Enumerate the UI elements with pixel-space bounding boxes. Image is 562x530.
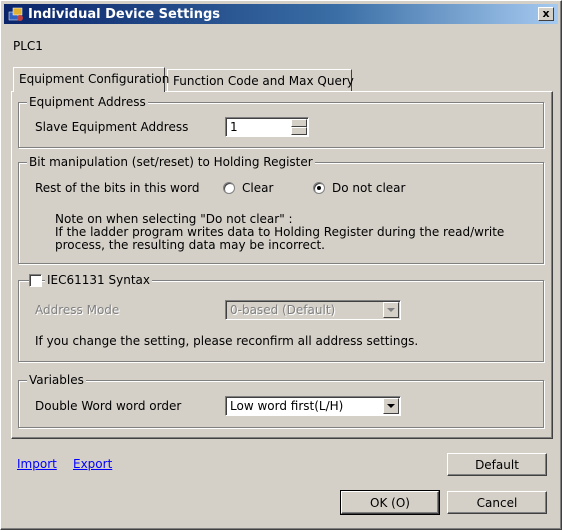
note-line-3: process, the resulting data may be incor… [55, 238, 325, 252]
radio-circle-checked [313, 182, 325, 194]
tab-label: Equipment Configuration [19, 72, 170, 86]
ok-button[interactable]: OK (O) [340, 490, 440, 515]
default-button[interactable]: Default [447, 453, 547, 476]
default-button-label: Default [475, 457, 519, 472]
cancel-button-label: Cancel [476, 495, 518, 510]
slave-address-label: Slave Equipment Address [35, 120, 189, 134]
radio-do-not-clear[interactable]: Do not clear [313, 181, 405, 195]
tab-label: Function Code and Max Query [173, 74, 354, 88]
dword-order-value: Low word first(L/H) [230, 399, 344, 413]
bit-manipulation-group: Bit manipulation (set/reset) to Holding … [18, 155, 544, 264]
export-link[interactable]: Export [73, 457, 112, 471]
tab-panel: Equipment Address Slave Equipment Addres… [11, 91, 553, 439]
rest-of-bits-label: Rest of the bits in this word [35, 181, 200, 195]
cancel-button[interactable]: Cancel [447, 491, 547, 514]
dialog-window: Individual Device Settings x PLC1 Equipm… [0, 0, 562, 530]
chevron-down-icon[interactable] [383, 398, 399, 414]
iec-syntax-group: IEC61131 Syntax Address Mode 0-based (De… [18, 273, 544, 362]
radio-clear[interactable]: Clear [223, 181, 273, 195]
spin-up-button[interactable] [291, 119, 307, 127]
title-bar[interactable]: Individual Device Settings x [4, 4, 558, 24]
window-title: Individual Device Settings [28, 6, 221, 22]
address-mode-select[interactable]: 0-based (Default) [225, 300, 401, 320]
note-line-1: Note on when selecting "Do not clear" : [55, 212, 293, 226]
iec-syntax-label: IEC61131 Syntax [45, 273, 152, 287]
dword-order-label: Double Word word order [35, 399, 182, 413]
tab-equipment-configuration[interactable]: Equipment Configuration [13, 67, 169, 92]
radio-clear-label: Clear [242, 181, 274, 195]
group-label: Bit manipulation (set/reset) to Holding … [27, 155, 315, 169]
address-mode-label: Address Mode [35, 303, 120, 317]
address-settings-info: If you change the setting, please reconf… [35, 334, 419, 348]
slave-address-spinner[interactable]: 1 [225, 117, 309, 137]
group-label: Variables [27, 373, 86, 387]
chevron-down-icon[interactable] [383, 302, 399, 318]
equipment-address-group: Equipment Address Slave Equipment Addres… [18, 95, 544, 148]
group-label: Equipment Address [27, 95, 148, 109]
device-name: PLC1 [13, 39, 43, 53]
ok-button-label: OK (O) [370, 495, 410, 510]
slave-address-value: 1 [230, 120, 238, 134]
radio-circle [223, 182, 235, 194]
close-button[interactable]: x [538, 7, 554, 21]
close-icon: x [542, 7, 550, 20]
spinner-buttons [291, 119, 307, 135]
dword-order-select[interactable]: Low word first(L/H) [225, 396, 401, 416]
app-icon [8, 6, 24, 22]
variables-group: Variables Double Word word order Low wor… [18, 373, 544, 428]
import-link[interactable]: Import [17, 457, 57, 471]
spin-down-button[interactable] [291, 127, 307, 135]
address-mode-value: 0-based (Default) [230, 303, 336, 317]
iec-syntax-checkbox[interactable] [29, 274, 42, 287]
note-line-2: If the ladder program writes data to Hol… [55, 225, 505, 239]
radio-do-not-clear-label: Do not clear [332, 181, 406, 195]
tab-function-code[interactable]: Function Code and Max Query [167, 69, 354, 91]
